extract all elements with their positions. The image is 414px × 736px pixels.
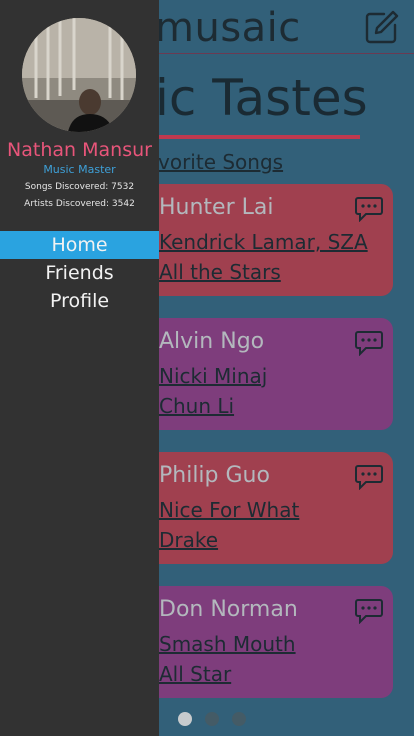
card-artist-link[interactable]: Nicki Minaj: [159, 363, 267, 389]
song-card[interactable]: Hunter Lai Kendrick Lamar, SZA All the S…: [130, 184, 393, 296]
page-dot-2[interactable]: [205, 712, 219, 726]
profile-name: Nathan Mansur: [7, 139, 152, 161]
card-artist-link[interactable]: Smash Mouth: [159, 631, 296, 657]
avatar-photo: [22, 18, 136, 132]
songs-discovered-stat: Songs Discovered: 7532: [24, 182, 135, 192]
card-song-link[interactable]: Chun Li: [159, 393, 234, 419]
nav-item-home[interactable]: Home: [0, 231, 159, 259]
page-title: ic Tastes: [155, 69, 368, 127]
card-song-link[interactable]: All the Stars: [159, 259, 281, 285]
sidebar-drawer: Nathan Mansur Music Master Songs Discove…: [0, 0, 159, 736]
section-label[interactable]: vorite Songs: [158, 150, 283, 174]
comment-icon[interactable]: [355, 196, 383, 222]
app-root: musaic ic Tastes vorite Songs Hunter Lai…: [0, 0, 414, 736]
app-title: musaic: [155, 5, 301, 51]
edit-button[interactable]: [364, 9, 400, 45]
card-user-name: Philip Guo: [159, 463, 270, 488]
card-song-link[interactable]: All Star: [159, 661, 231, 687]
nav-item-profile[interactable]: Profile: [0, 287, 159, 315]
card-song-link[interactable]: Drake: [159, 527, 218, 553]
page-dot-1[interactable]: [178, 712, 192, 726]
card-artist-link[interactable]: Nice For What: [159, 497, 299, 523]
song-card[interactable]: Philip Guo Nice For What Drake: [130, 452, 393, 564]
song-card[interactable]: Alvin Ngo Nicki Minaj Chun Li: [130, 318, 393, 430]
comment-icon[interactable]: [355, 598, 383, 624]
profile-rank: Music Master: [43, 163, 116, 176]
header-divider: [150, 53, 414, 54]
title-underline: [150, 135, 360, 139]
edit-icon: [365, 10, 399, 44]
page-dot-3[interactable]: [232, 712, 246, 726]
card-artist-link[interactable]: Kendrick Lamar, SZA: [159, 229, 368, 255]
card-user-name: Hunter Lai: [159, 195, 274, 220]
nav-item-friends[interactable]: Friends: [0, 259, 159, 287]
comment-icon[interactable]: [355, 330, 383, 356]
comment-icon[interactable]: [355, 464, 383, 490]
artists-discovered-stat: Artists Discovered: 3542: [24, 199, 135, 209]
avatar[interactable]: [22, 18, 136, 132]
card-user-name: Alvin Ngo: [159, 329, 265, 354]
card-user-name: Don Norman: [159, 597, 298, 622]
song-card[interactable]: Don Norman Smash Mouth All Star: [130, 586, 393, 698]
page-indicator: [176, 712, 256, 728]
